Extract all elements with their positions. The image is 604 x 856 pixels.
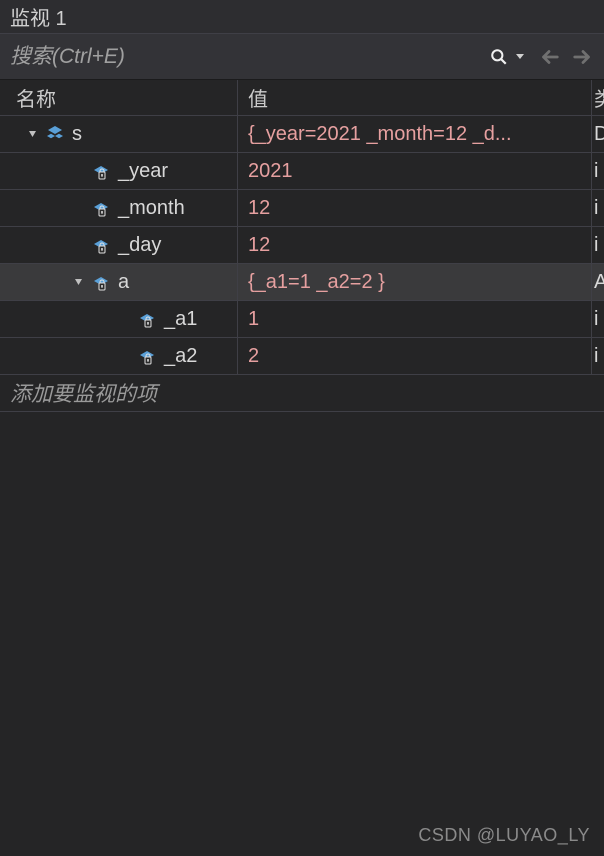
window-title: 监视 1 — [10, 2, 67, 31]
type-cell: i — [592, 227, 604, 263]
variable-type: i — [594, 345, 598, 368]
value-cell[interactable]: {_a1=1 _a2=2 } — [238, 264, 592, 300]
type-cell: D — [592, 116, 604, 152]
table-row[interactable]: a {_a1=1 _a2=2 } A — [0, 264, 604, 301]
value-cell[interactable]: 1 — [238, 301, 592, 337]
type-cell: i — [592, 338, 604, 374]
expander-icon[interactable] — [26, 127, 40, 141]
variable-type: i — [594, 160, 598, 183]
type-cell: i — [592, 301, 604, 337]
variable-type: D — [594, 123, 604, 146]
variable-value: 2021 — [248, 160, 293, 183]
variable-value: 2 — [248, 345, 259, 368]
forward-icon[interactable] — [568, 42, 598, 72]
column-header-name[interactable]: 名称 — [0, 80, 238, 115]
field-lock-icon — [92, 199, 110, 217]
value-cell[interactable]: 2021 — [238, 153, 592, 189]
field-lock-icon — [138, 310, 156, 328]
watermark: CSDN @LUYAO_LY — [418, 825, 590, 846]
column-header-type[interactable]: 类 — [592, 80, 604, 115]
window-title-bar: 监视 1 — [0, 0, 604, 34]
field-lock-icon — [92, 273, 110, 291]
variable-type: i — [594, 308, 598, 331]
field-lock-icon — [138, 347, 156, 365]
search-icon[interactable] — [484, 42, 514, 72]
type-cell: i — [592, 153, 604, 189]
value-cell[interactable]: 12 — [238, 227, 592, 263]
variable-name: _a1 — [164, 308, 197, 331]
search-dropdown-icon[interactable] — [516, 54, 524, 59]
table-row[interactable]: _month 12 i — [0, 190, 604, 227]
value-cell[interactable]: 12 — [238, 190, 592, 226]
struct-icon — [46, 125, 64, 143]
variable-value: 1 — [248, 308, 259, 331]
toolbar — [0, 34, 604, 80]
watch-tree: s{_year=2021 _month=12 _d...D_year2021i_… — [0, 116, 604, 375]
variable-type: i — [594, 197, 598, 220]
toolbar-icons — [484, 42, 598, 72]
variable-name: s — [72, 123, 82, 146]
table-row[interactable]: _day 12 i — [0, 227, 604, 264]
name-cell: _a1 — [0, 301, 238, 337]
value-cell[interactable]: 2 — [238, 338, 592, 374]
type-cell: i — [592, 190, 604, 226]
variable-name: a — [118, 271, 129, 294]
back-icon[interactable] — [534, 42, 564, 72]
table-row[interactable]: _a1 1 i — [0, 301, 604, 338]
expander-icon[interactable] — [72, 275, 86, 289]
name-cell: a — [0, 264, 238, 300]
variable-value: 12 — [248, 197, 270, 220]
name-cell: _year — [0, 153, 238, 189]
search-input[interactable] — [10, 45, 484, 69]
variable-value: 12 — [248, 234, 270, 257]
table-row[interactable]: _year 2021 i — [0, 153, 604, 190]
variable-name: _month — [118, 197, 185, 220]
variable-name: _day — [118, 234, 161, 257]
table-row[interactable]: s {_year=2021 _month=12 _d... D — [0, 116, 604, 153]
variable-type: A — [594, 271, 604, 294]
name-cell: _day — [0, 227, 238, 263]
field-lock-icon — [92, 236, 110, 254]
add-watch-label: 添加要监视的项 — [10, 378, 157, 408]
value-cell[interactable]: {_year=2021 _month=12 _d... — [238, 116, 592, 152]
variable-value: {_a1=1 _a2=2 } — [248, 271, 385, 294]
name-cell: s — [0, 116, 238, 152]
table-row[interactable]: _a2 2 i — [0, 338, 604, 375]
search-wrap — [10, 38, 484, 76]
add-watch-item[interactable]: 添加要监视的项 — [0, 375, 604, 412]
variable-name: _year — [118, 160, 168, 183]
variable-name: _a2 — [164, 345, 197, 368]
field-lock-icon — [92, 162, 110, 180]
column-headers: 名称 值 类 — [0, 80, 604, 116]
variable-type: i — [594, 234, 598, 257]
name-cell: _a2 — [0, 338, 238, 374]
name-cell: _month — [0, 190, 238, 226]
type-cell: A — [592, 264, 604, 300]
column-header-value[interactable]: 值 — [238, 80, 592, 115]
variable-value: {_year=2021 _month=12 _d... — [248, 123, 512, 146]
